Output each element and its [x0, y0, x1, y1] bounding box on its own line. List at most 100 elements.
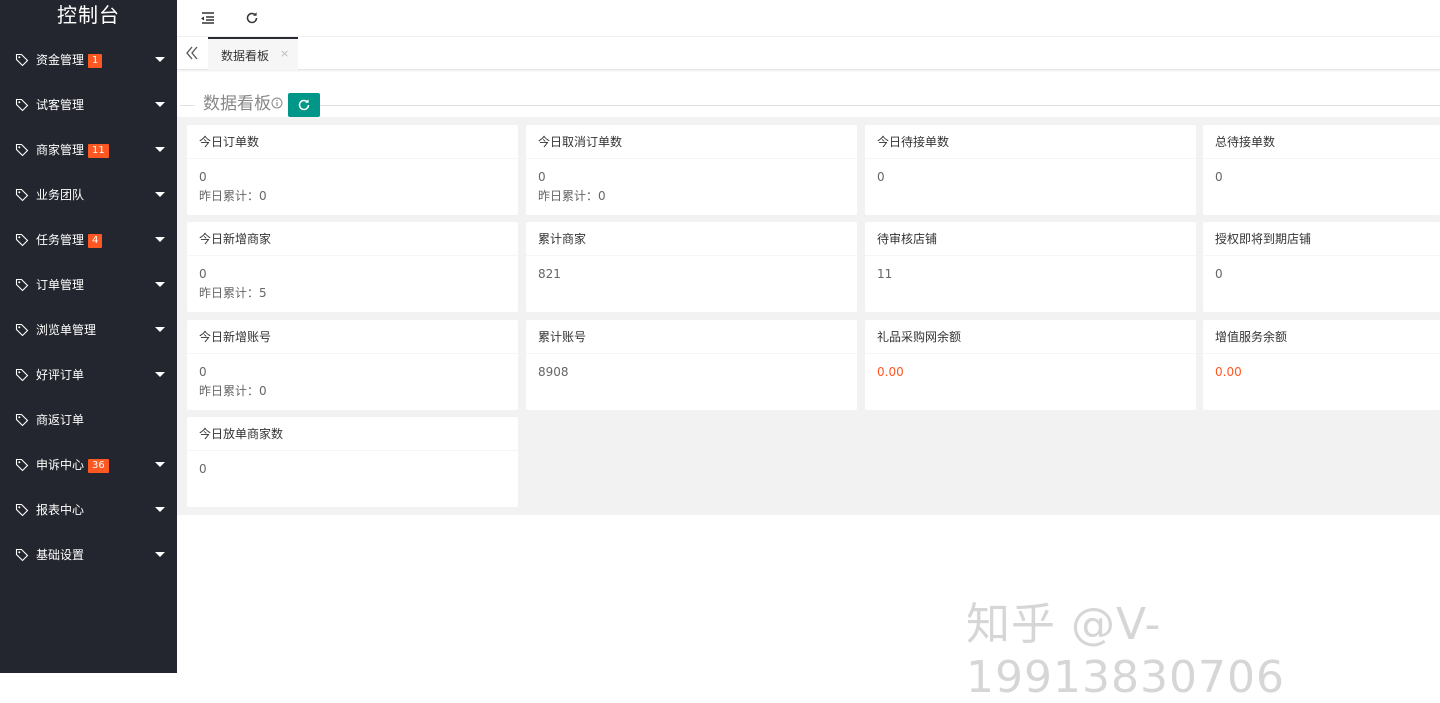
- sidebar-item-label: 业务团队: [36, 188, 85, 202]
- tag-icon: [15, 52, 29, 67]
- stat-card-value: 0: [199, 170, 207, 184]
- tag-icon: [15, 547, 29, 562]
- stat-card-title: 待审核店铺: [865, 222, 1196, 256]
- tab-data-dashboard[interactable]: 数据看板 ×: [208, 37, 298, 70]
- sidebar-item[interactable]: 申诉中心 36: [0, 442, 177, 487]
- stat-card-title: 累计商家: [526, 222, 857, 256]
- watermark: 知乎 @V-19913830706: [966, 599, 1285, 703]
- chevron-down-icon: [155, 327, 165, 332]
- chevron-down-icon: [155, 237, 165, 242]
- count-badge: 11: [88, 144, 109, 158]
- sidebar-item-label: 订单管理: [36, 278, 85, 292]
- chevron-down-icon: [155, 147, 165, 152]
- sidebar-item[interactable]: 报表中心: [0, 487, 177, 532]
- sidebar-item[interactable]: 业务团队: [0, 172, 177, 217]
- stat-card: 今日新增账号 0 昨日累计：0: [187, 320, 518, 410]
- stat-card-subvalue: 昨日累计：0: [538, 189, 606, 203]
- panel-divider: [180, 105, 1440, 106]
- tag-icon: [15, 277, 29, 292]
- tag-icon: [15, 97, 29, 112]
- stat-card-subvalue: 昨日累计：0: [199, 384, 267, 398]
- stat-card-title: 今日新增商家: [187, 222, 518, 256]
- stat-card: 总待接单数 0: [1203, 125, 1440, 215]
- info-icon[interactable]: [271, 94, 283, 113]
- chevron-down-icon: [155, 372, 165, 377]
- sidebar-item[interactable]: 订单管理: [0, 262, 177, 307]
- sidebar-item[interactable]: 商返订单: [0, 397, 177, 442]
- sidebar-item[interactable]: 商家管理 11: [0, 127, 177, 172]
- sidebar-item-label: 试客管理: [36, 98, 85, 112]
- stat-card-value: 11: [877, 267, 893, 281]
- tag-icon: [15, 457, 29, 472]
- console-title: 控制台: [57, 3, 120, 27]
- panel-legend: 数据看板: [195, 92, 291, 118]
- stat-card-title: 授权即将到期店铺: [1203, 222, 1440, 256]
- page-title: 数据看板: [203, 94, 271, 114]
- sidebar-item[interactable]: 任务管理 4: [0, 217, 177, 262]
- stat-card-value: 0: [199, 462, 207, 476]
- stat-card: 待审核店铺 11: [865, 222, 1196, 312]
- sidebar-item-label: 商返订单: [36, 413, 85, 427]
- stat-card-value: 0.00: [1215, 365, 1242, 379]
- sidebar-item-label: 浏览单管理: [36, 323, 97, 337]
- stat-card-value: 8908: [538, 365, 569, 379]
- stat-card: 累计商家 821: [526, 222, 857, 312]
- stat-card: 今日待接单数 0: [865, 125, 1196, 215]
- chevron-down-icon: [155, 507, 165, 512]
- refresh-icon: [298, 99, 310, 111]
- menu-fold-icon[interactable]: [199, 9, 217, 27]
- sidebar-item[interactable]: 基础设置: [0, 532, 177, 577]
- tag-icon: [15, 502, 29, 517]
- chevron-down-icon: [155, 57, 165, 62]
- refresh-button[interactable]: [288, 93, 320, 117]
- tag-icon: [15, 322, 29, 337]
- sidebar: 控制台 资金管理 1 试客管理商家管理 11 业务团队任务管理 4 订单管理浏览单管理好评订…: [0, 0, 177, 673]
- stat-card-value: 0: [199, 267, 207, 281]
- stat-card-value: 0: [199, 365, 207, 379]
- tag-icon: [15, 142, 29, 157]
- chevron-down-icon: [155, 282, 165, 287]
- tag-icon: [15, 367, 29, 382]
- stat-card-title: 总待接单数: [1203, 125, 1440, 159]
- stat-card-title: 礼品采购网余额: [865, 320, 1196, 354]
- stat-card-title: 今日取消订单数: [526, 125, 857, 159]
- stat-card: 今日订单数 0 昨日累计：0: [187, 125, 518, 215]
- stat-card-value: 0.00: [877, 365, 904, 379]
- stat-card: 增值服务余额 0.00: [1203, 320, 1440, 410]
- stat-card-title: 今日待接单数: [865, 125, 1196, 159]
- stat-card-value: 0: [1215, 170, 1223, 184]
- sidebar-item[interactable]: 好评订单: [0, 352, 177, 397]
- sidebar-item[interactable]: 浏览单管理: [0, 307, 177, 352]
- tab-bar: 数据看板 ×: [177, 37, 1440, 70]
- sidebar-item[interactable]: 试客管理: [0, 82, 177, 127]
- stat-card-value: 0: [1215, 267, 1223, 281]
- chevron-down-icon: [155, 462, 165, 467]
- tag-icon: [15, 187, 29, 202]
- stat-card-subvalue: 昨日累计：0: [199, 189, 267, 203]
- sidebar-item-label: 基础设置: [36, 548, 85, 562]
- sidebar-item-label: 申诉中心 36: [36, 456, 109, 473]
- tag-icon: [15, 232, 29, 247]
- tab-label: 数据看板: [221, 49, 270, 63]
- tab-close-icon[interactable]: ×: [280, 47, 289, 60]
- count-badge: 1: [88, 54, 103, 68]
- stat-card-value: 821: [538, 267, 561, 281]
- stat-card: 今日新增商家 0 昨日累计：5: [187, 222, 518, 312]
- count-badge: 36: [88, 459, 109, 473]
- reload-icon[interactable]: [243, 9, 261, 27]
- sidebar-item[interactable]: 资金管理 1: [0, 37, 177, 82]
- sidebar-item-label: 报表中心: [36, 503, 85, 517]
- tabs-scroll-left-icon[interactable]: [177, 37, 207, 70]
- stat-card-title: 今日订单数: [187, 125, 518, 159]
- count-badge: 4: [88, 234, 103, 248]
- sidebar-item-label: 任务管理 4: [36, 231, 103, 248]
- stat-card: 礼品采购网余额 0.00: [865, 320, 1196, 410]
- chevron-down-icon: [155, 192, 165, 197]
- sidebar-item-label: 资金管理 1: [36, 51, 103, 68]
- stat-card-value: 0: [877, 170, 885, 184]
- stat-card-value: 0: [538, 170, 546, 184]
- stat-card-title: 增值服务余额: [1203, 320, 1440, 354]
- stat-card-title: 累计账号: [526, 320, 857, 354]
- stat-card-subvalue: 昨日累计：5: [199, 286, 267, 300]
- stat-card-title: 今日放单商家数: [187, 417, 518, 451]
